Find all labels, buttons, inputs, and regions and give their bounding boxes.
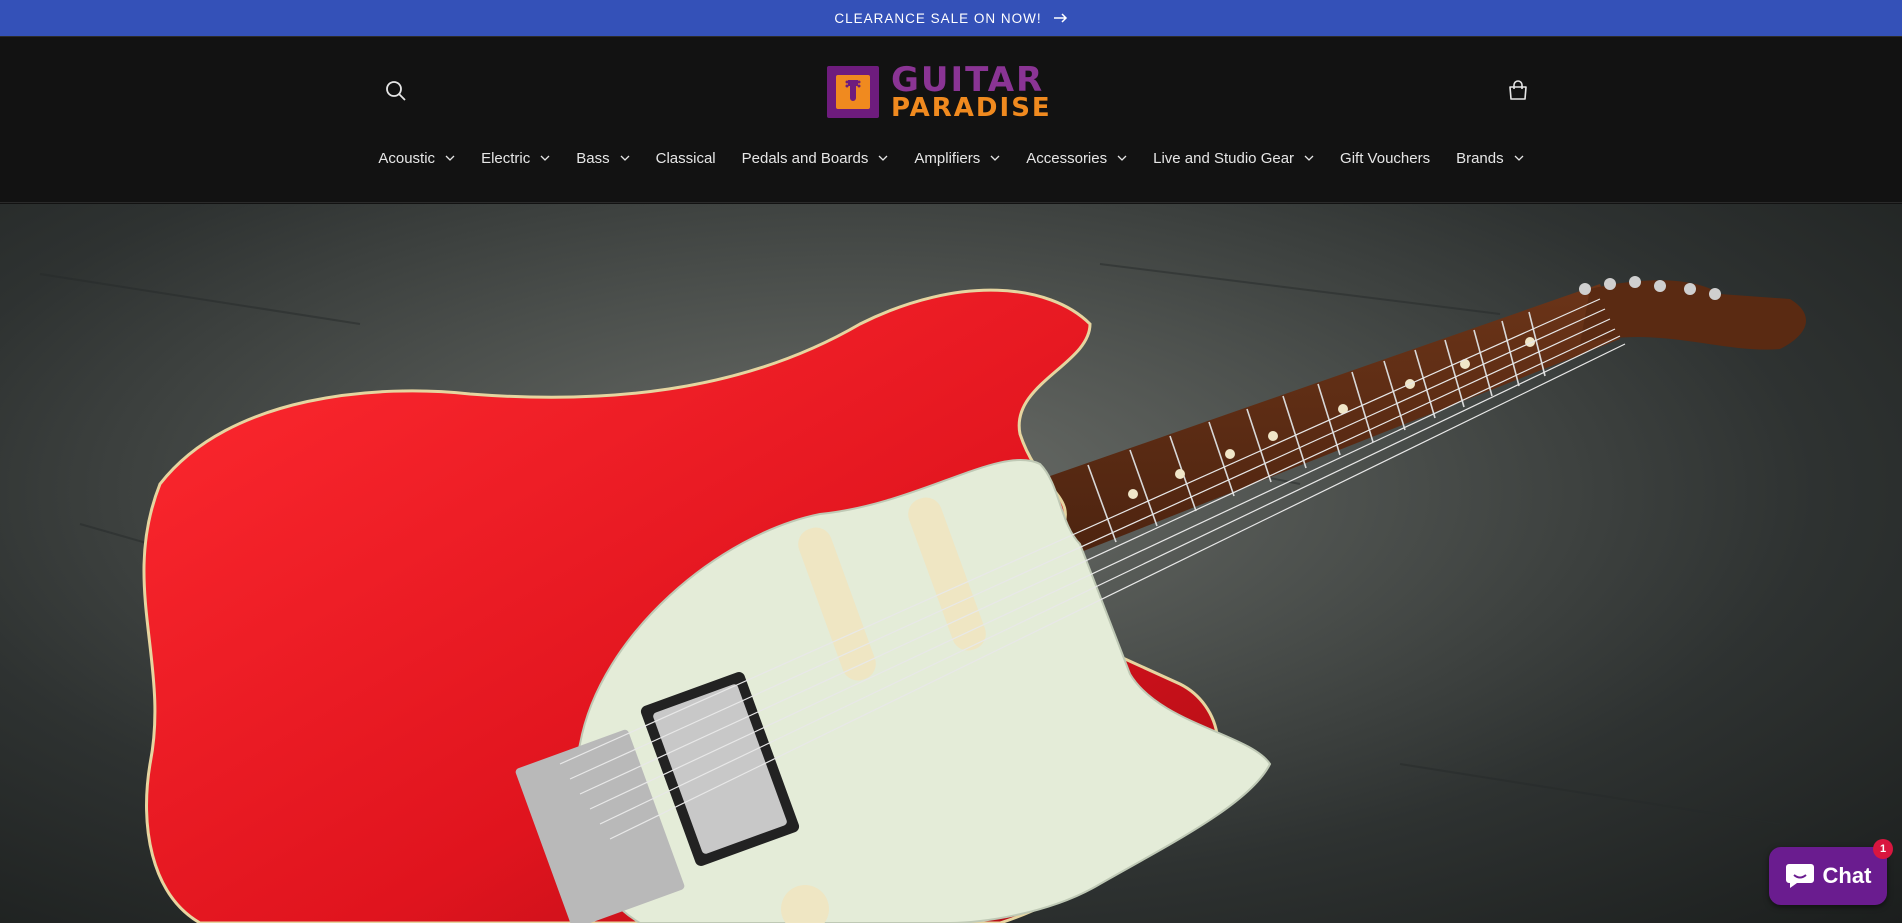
chat-notification-badge: 1	[1873, 839, 1893, 859]
search-button[interactable]	[384, 79, 408, 103]
nav-item-acoustic[interactable]: Acoustic	[365, 145, 468, 171]
nav-item-label: Live and Studio Gear	[1153, 149, 1295, 167]
nav-item-label: Brands	[1456, 149, 1504, 167]
chat-label: Chat	[1822, 863, 1872, 888]
chat-button[interactable]: Chat 1	[1769, 839, 1893, 905]
chevron-down-icon	[445, 155, 455, 161]
nav-item-label: Gift Vouchers	[1340, 149, 1431, 167]
chevron-down-icon	[540, 155, 550, 161]
cart-icon	[1509, 80, 1527, 100]
cart-button[interactable]	[1506, 79, 1530, 103]
hero-guitar-image	[39, 263, 1807, 923]
nav-item-bass[interactable]: Bass	[563, 145, 642, 171]
announcement-text: CLEARANCE SALE ON NOW!	[834, 10, 1042, 26]
logo-text: GUITAR PARADISE	[891, 63, 1052, 121]
arrow-right-icon	[1053, 13, 1067, 23]
nav-item-live-and-studio-gear[interactable]: Live and Studio Gear	[1140, 145, 1327, 171]
chevron-down-icon	[1304, 155, 1314, 161]
nav-item-label: Classical	[655, 149, 716, 167]
chevron-down-icon	[878, 155, 888, 161]
nav-item-pedals-and-boards[interactable]: Pedals and Boards	[729, 145, 902, 171]
nav-item-gift-vouchers[interactable]: Gift Vouchers	[1327, 145, 1443, 171]
logo-line1: GUITAR	[891, 60, 1045, 100]
nav-item-label: Pedals and Boards	[741, 149, 869, 167]
nav-item-amplifiers[interactable]: Amplifiers	[901, 145, 1013, 171]
main-nav: Acoustic Electric Bass Classical Pedals …	[0, 145, 1902, 171]
nav-item-classical[interactable]: Classical	[643, 145, 729, 171]
announcement-bar: CLEARANCE SALE ON NOW!	[0, 0, 1902, 37]
nav-item-accessories[interactable]: Accessories	[1013, 145, 1140, 171]
nav-item-label: Electric	[481, 149, 531, 167]
site-logo[interactable]: GUITAR PARADISE	[827, 63, 1077, 121]
search-icon	[386, 81, 406, 101]
announcement-link[interactable]: CLEARANCE SALE ON NOW!	[834, 11, 1067, 26]
nav-item-brands[interactable]: Brands	[1443, 145, 1537, 171]
nav-item-label: Accessories	[1026, 149, 1108, 167]
chat-bubble-icon	[1785, 864, 1814, 888]
site-header: GUITAR PARADISE Acoustic Electric Bass C…	[0, 37, 1902, 203]
nav-item-label: Acoustic	[378, 149, 436, 167]
nav-item-electric[interactable]: Electric	[468, 145, 563, 171]
nav-item-label: Amplifiers	[914, 149, 981, 167]
chevron-down-icon	[1117, 155, 1127, 161]
chevron-down-icon	[1514, 155, 1524, 161]
chevron-down-icon	[620, 155, 630, 161]
logo-mark-icon	[827, 66, 879, 118]
hero-banner[interactable]	[0, 204, 1902, 923]
chevron-down-icon	[990, 155, 1000, 161]
nav-item-label: Bass	[576, 149, 610, 167]
logo-line2: PARADISE	[891, 93, 1052, 123]
